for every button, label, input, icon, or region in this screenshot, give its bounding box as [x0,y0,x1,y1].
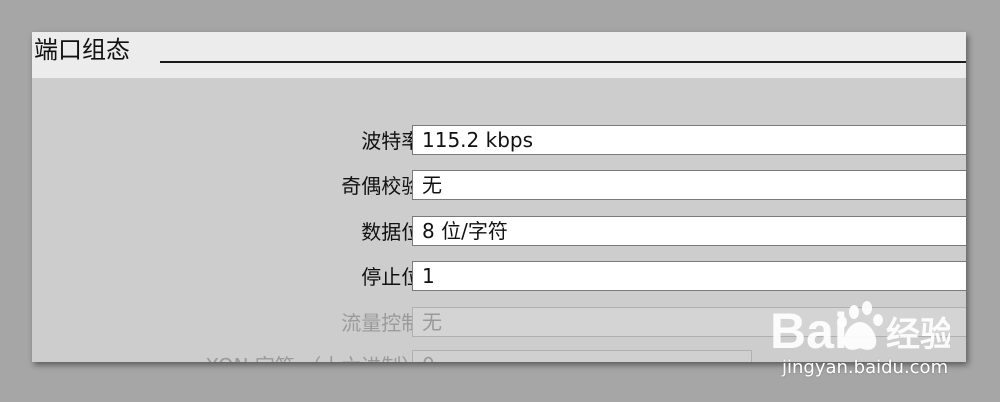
baud-rate-field[interactable]: 115.2 kbps [412,125,966,155]
stop-bits-field[interactable]: 1 [412,261,966,291]
xon-char-field[interactable]: 0 [412,350,752,362]
watermark-domain: jingyan.baidu.com [782,357,949,378]
watermark-brand: Bai [770,303,848,356]
baud-rate-row: 波特率: 115.2 kbps [32,125,966,157]
data-bits-row: 数据位: 8 位/字符 [32,216,966,248]
data-bits-field[interactable]: 8 位/字符 [412,216,966,246]
stop-bits-row: 停止位: 1 [32,261,966,293]
xon-char-label: XON 字符 （十六进制）: [205,350,428,362]
parity-row: 奇偶校验: 无 [32,170,966,202]
section-header: 端口组态 [32,32,966,78]
parity-field[interactable]: 无 [412,170,966,200]
section-title: 端口组态 [34,36,130,64]
baidu-watermark-logo: Bai 经验 [770,301,950,356]
header-divider [160,61,966,63]
watermark-brand2: 经验 [886,315,950,355]
